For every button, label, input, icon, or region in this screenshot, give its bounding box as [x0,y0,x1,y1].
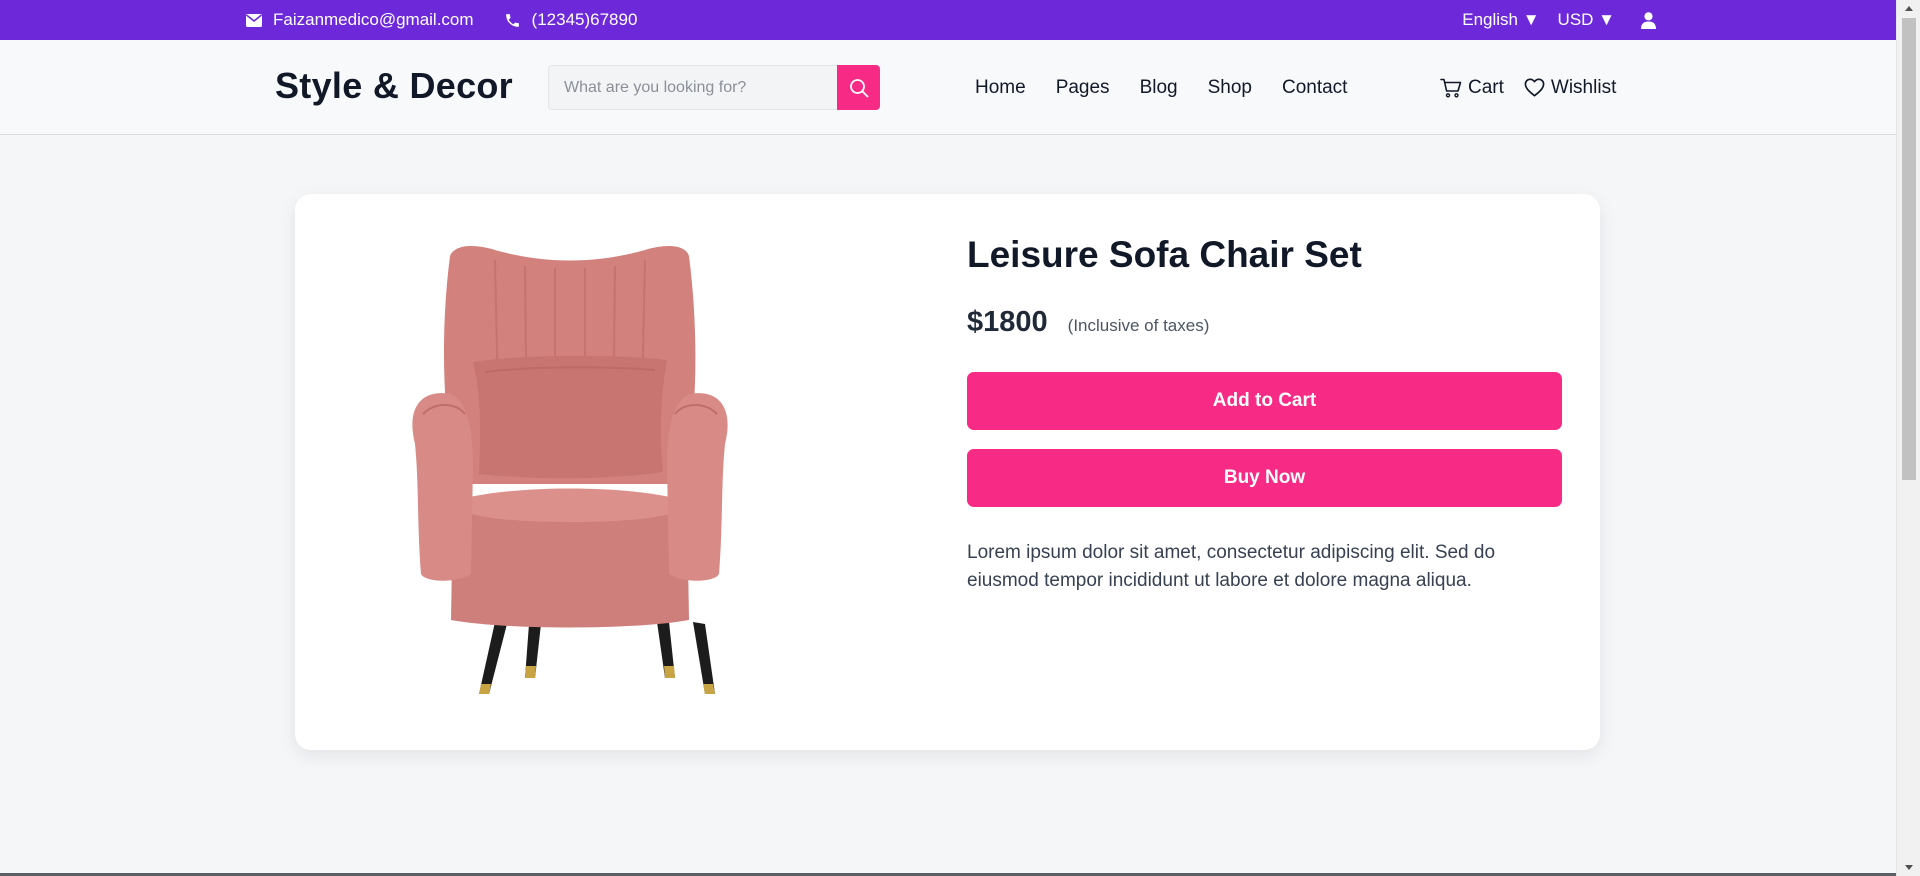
scrollbar-thumb[interactable] [1902,18,1916,480]
user-icon [1641,11,1656,29]
cart-icon [1440,78,1462,97]
topbar-controls: English ▼ USD ▼ [1462,0,1656,40]
search-input[interactable] [548,65,837,110]
search-icon [849,78,868,97]
product-image[interactable] [395,244,745,694]
page-scrollbar[interactable] [1896,0,1920,876]
product-description: Lorem ipsum dolor sit amet, consectetur … [967,542,1496,591]
nav-pages[interactable]: Pages [1056,77,1110,99]
envelope-icon [246,13,262,27]
phone-icon [505,13,519,27]
phone-text: (12345)67890 [531,10,638,29]
heart-icon [1524,78,1545,97]
wishlist-label: Wishlist [1550,76,1617,98]
product-info: Leisure Sofa Chair Set $1800 (Inclusive … [967,230,1562,595]
add-to-cart-button[interactable]: Add to Cart [967,372,1562,430]
email-contact[interactable]: Faizanmedico@gmail.com [246,10,474,30]
cart-button[interactable]: Cart [1440,77,1504,99]
contact-info: Faizanmedico@gmail.com (12345)67890 [246,0,667,40]
email-text: Faizanmedico@gmail.com [273,10,474,29]
product-price: $1800 [967,306,1048,338]
header-actions: Cart Wishlist [1440,40,1636,135]
nav-home[interactable]: Home [975,77,1026,99]
tax-note: (Inclusive of taxes) [1067,316,1210,335]
scroll-up-arrow-icon[interactable] [1897,0,1920,17]
main-header: Style & Decor Home Pages Blog Shop Conta… [0,40,1896,135]
user-account-button[interactable] [1641,11,1656,29]
phone-contact[interactable]: (12345)67890 [504,10,638,30]
nav-blog[interactable]: Blog [1140,77,1178,99]
nav-contact[interactable]: Contact [1282,77,1347,99]
top-bar: Faizanmedico@gmail.com (12345)67890 Engl… [0,0,1896,40]
product-card: Leisure Sofa Chair Set $1800 (Inclusive … [295,194,1600,750]
currency-select[interactable]: USD ▼ [1558,10,1615,30]
search-bar [548,65,880,110]
buy-now-button[interactable]: Buy Now [967,449,1562,507]
nav-shop[interactable]: Shop [1208,77,1252,99]
wishlist-button[interactable]: Wishlist [1524,77,1616,99]
scroll-down-arrow-icon[interactable] [1897,859,1920,876]
site-logo[interactable]: Style & Decor [275,65,513,107]
language-select[interactable]: English ▼ [1462,10,1539,30]
main-nav: Home Pages Blog Shop Contact [975,40,1377,135]
product-title: Leisure Sofa Chair Set [967,234,1362,275]
search-button[interactable] [837,65,880,110]
cart-label: Cart [1468,76,1504,98]
price-row: $1800 (Inclusive of taxes) [967,306,1562,339]
